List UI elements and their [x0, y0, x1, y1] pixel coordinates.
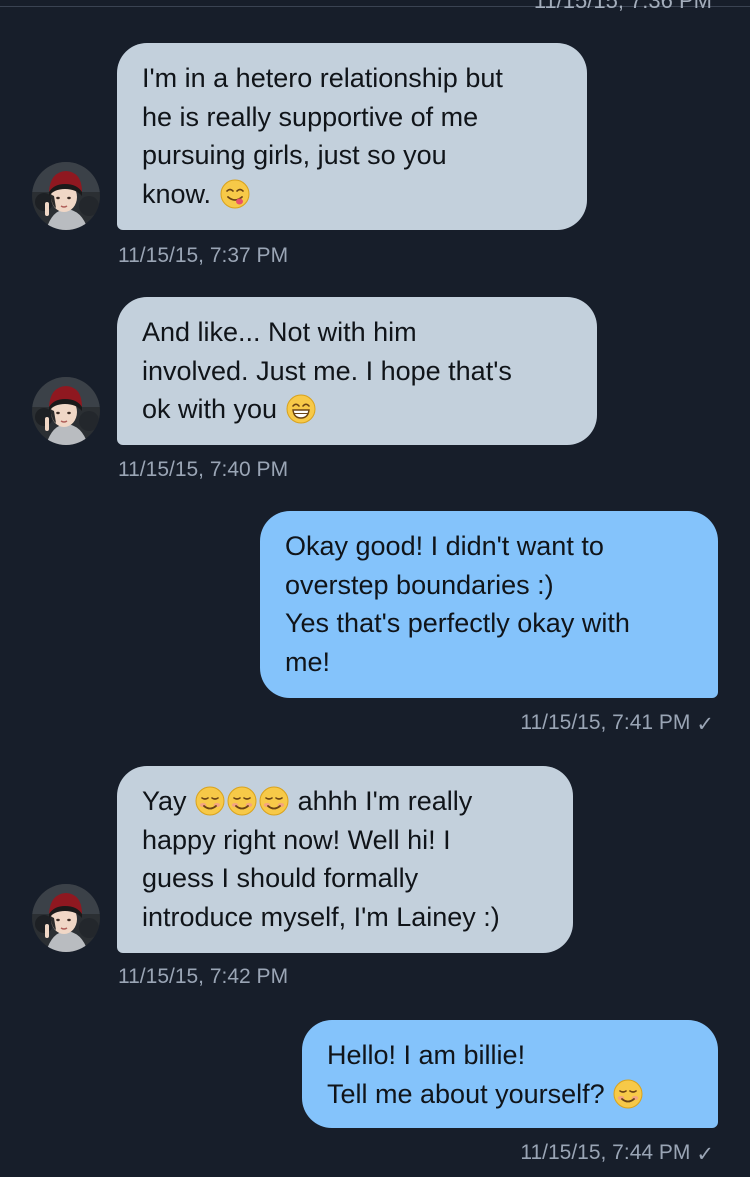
message-line: Tell me about yourself? [327, 1078, 605, 1109]
previous-message-timestamp: 11/15/15, 7:36 PM [533, 0, 712, 13]
message-timestamp: 11/15/15, 7:41 PM [520, 711, 691, 734]
smiling-face-emoji-icon [195, 786, 225, 816]
read-check-icon: ✓ [696, 1143, 714, 1166]
sent-message-bubble[interactable]: Okay good! I didn't want to overstep bou… [260, 511, 718, 698]
message-timestamp-row: 11/15/15, 7:41 PM ✓ [520, 711, 714, 737]
message-timestamp: 11/15/15, 7:37 PM [118, 244, 289, 267]
message-line: guess I should formally [142, 863, 419, 894]
message-line: pursuing girls, just so you [142, 140, 447, 171]
message-line: And like... Not with him [142, 317, 417, 347]
message-line: overstep boundaries :) [285, 569, 554, 600]
received-message-bubble[interactable]: Yay ahhh I'm really happy right now! Wel… [117, 766, 573, 953]
sender-avatar[interactable] [32, 162, 100, 230]
sent-message-bubble[interactable]: Hello! I am billie! Tell me about yourse… [302, 1020, 718, 1128]
message-timestamp: 11/15/15, 7:42 PM [118, 965, 289, 988]
message-timestamp-row: 11/15/15, 7:44 PM ✓ [520, 1141, 714, 1167]
grinning-face-emoji-icon [286, 394, 316, 424]
yum-face-emoji-icon [220, 179, 250, 209]
message-line: Okay good! I didn't want to [285, 531, 604, 561]
sender-avatar[interactable] [32, 884, 100, 952]
message-line: know. [142, 178, 212, 209]
message-line: ok with you [142, 394, 278, 425]
message-line: Hello! I am billie! [327, 1040, 526, 1070]
received-message-bubble[interactable]: And like... Not with him involved. Just … [117, 297, 597, 445]
message-timestamp: 11/15/15, 7:40 PM [118, 458, 289, 481]
message-line-suffix: ahhh I'm really [297, 786, 473, 816]
sender-avatar[interactable] [32, 377, 100, 445]
smiling-face-emoji-icon [227, 786, 257, 816]
message-line: I'm in a hetero relationship but [142, 63, 503, 93]
message-line-prefix: Yay [142, 786, 187, 816]
message-line: introduce myself, I'm Lainey :) [142, 901, 500, 932]
smiling-face-emoji-icon [259, 786, 289, 816]
message-timestamp: 11/15/15, 7:44 PM [520, 1141, 691, 1164]
received-message-bubble[interactable]: I'm in a hetero relationship but he is r… [117, 43, 587, 230]
message-line: he is really supportive of me [142, 101, 479, 132]
message-line: happy right now! Well hi! I [142, 824, 451, 855]
message-line: me! [285, 646, 331, 677]
message-line: Yes that's perfectly okay with [285, 608, 630, 639]
smiling-face-emoji-icon [613, 1079, 643, 1109]
read-check-icon: ✓ [696, 713, 714, 736]
message-line: involved. Just me. I hope that's [142, 355, 512, 386]
